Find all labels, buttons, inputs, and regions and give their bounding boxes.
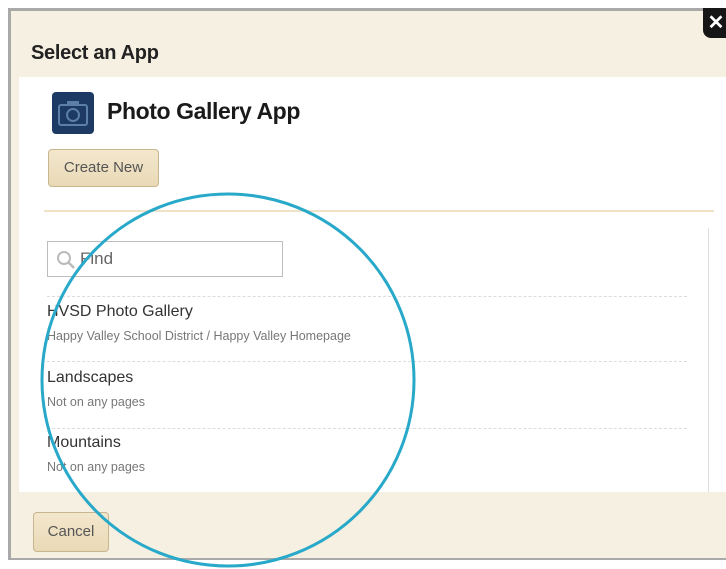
item-location: Happy Valley School District / Happy Val… <box>47 329 351 343</box>
list-item[interactable]: Mountains Not on any pages <box>47 434 687 474</box>
list-separator <box>47 428 687 429</box>
close-button[interactable]: ✕ <box>703 8 726 38</box>
section-divider <box>44 210 714 212</box>
create-new-button[interactable]: Create New <box>48 149 159 187</box>
content-scroll-edge <box>708 228 709 492</box>
camera-icon <box>52 92 94 134</box>
app-title: Photo Gallery App <box>107 98 300 124</box>
list-separator <box>47 296 687 297</box>
list-item[interactable]: HVSD Photo Gallery Happy Valley School D… <box>47 303 687 343</box>
item-location: Not on any pages <box>47 460 145 474</box>
search-field[interactable] <box>47 241 283 277</box>
dialog-title: Select an App <box>31 42 159 64</box>
list-item[interactable]: Landscapes Not on any pages <box>47 369 687 409</box>
search-input[interactable] <box>80 246 275 272</box>
item-name: Landscapes <box>47 369 134 386</box>
item-name: Mountains <box>47 434 121 451</box>
dialog-content <box>19 77 726 492</box>
cancel-button[interactable]: Cancel <box>33 512 109 552</box>
search-icon <box>57 251 75 269</box>
item-name: HVSD Photo Gallery <box>47 303 193 320</box>
list-separator <box>47 361 687 362</box>
item-location: Not on any pages <box>47 395 145 409</box>
